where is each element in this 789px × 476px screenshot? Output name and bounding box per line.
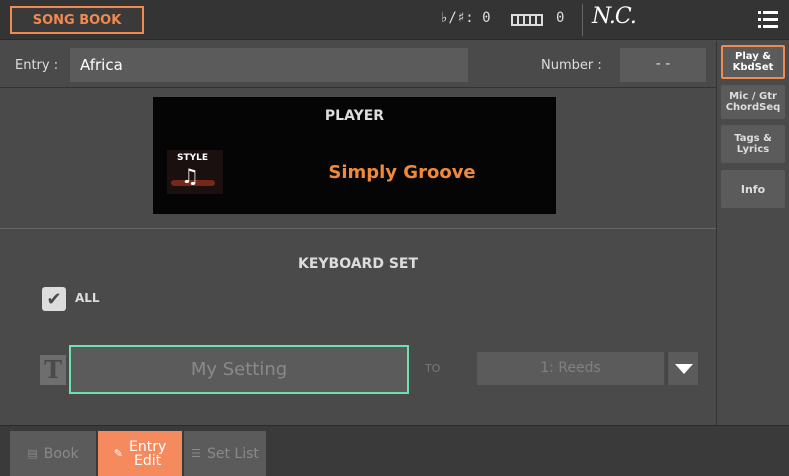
chevron-down-icon[interactable] [666,352,698,385]
music-note-icon: ♫ [181,164,199,188]
keyboard-set-title: KEYBOARD SET [297,256,419,272]
transpose-readout[interactable]: ♭/♯: 0 [440,10,491,26]
tab-play-kbdset[interactable]: Play & KbdSet [721,45,785,79]
tab-tags-lyrics[interactable]: Tags & Lyrics [721,125,785,163]
divider [582,4,583,36]
tab-mic-gtr-chordseq[interactable]: Mic / Gtr ChordSeq [721,85,785,119]
text-edit-icon[interactable]: T [40,355,66,385]
destination-select[interactable]: 1: Reeds [477,352,664,385]
style-thumb-label: STYLE [177,153,209,163]
keyboard-icon[interactable] [511,14,543,26]
mode-button[interactable]: SONG BOOK [10,6,144,34]
tab-entry-edit[interactable]: ✎ Entry Edit [98,431,182,476]
tab-info[interactable]: Info [721,170,785,208]
all-checkbox[interactable]: ✔ [42,287,66,311]
entry-label: Entry : [15,58,59,73]
menu-icon[interactable] [758,11,778,29]
book-icon: ▤ [27,447,38,460]
tab-set-list[interactable]: ☰ Set List [184,431,266,476]
tab-set-list-label: Set List [206,445,259,462]
player-title: PLAYER [324,108,385,124]
pencil-icon: ✎ [113,447,123,460]
tab-book[interactable]: ▤ Book [10,431,96,476]
list-icon: ☰ [191,447,201,460]
chord-readout: N.C. [592,4,637,29]
number-label: Number : [541,58,602,73]
octave-readout[interactable]: 0 [556,10,564,26]
tab-book-label: Book [43,445,79,462]
to-label: TO [425,362,441,375]
style-thumbnail: STYLE ♫ [167,150,223,194]
style-name[interactable]: Simply Groove [282,162,522,183]
entry-name-field[interactable]: Africa [70,48,468,82]
tab-entry-edit-label: Entry Edit [128,438,167,469]
number-field[interactable]: - - [620,48,706,82]
all-label: ALL [75,291,100,305]
keyboard-set-name-field[interactable]: My Setting [69,345,409,394]
